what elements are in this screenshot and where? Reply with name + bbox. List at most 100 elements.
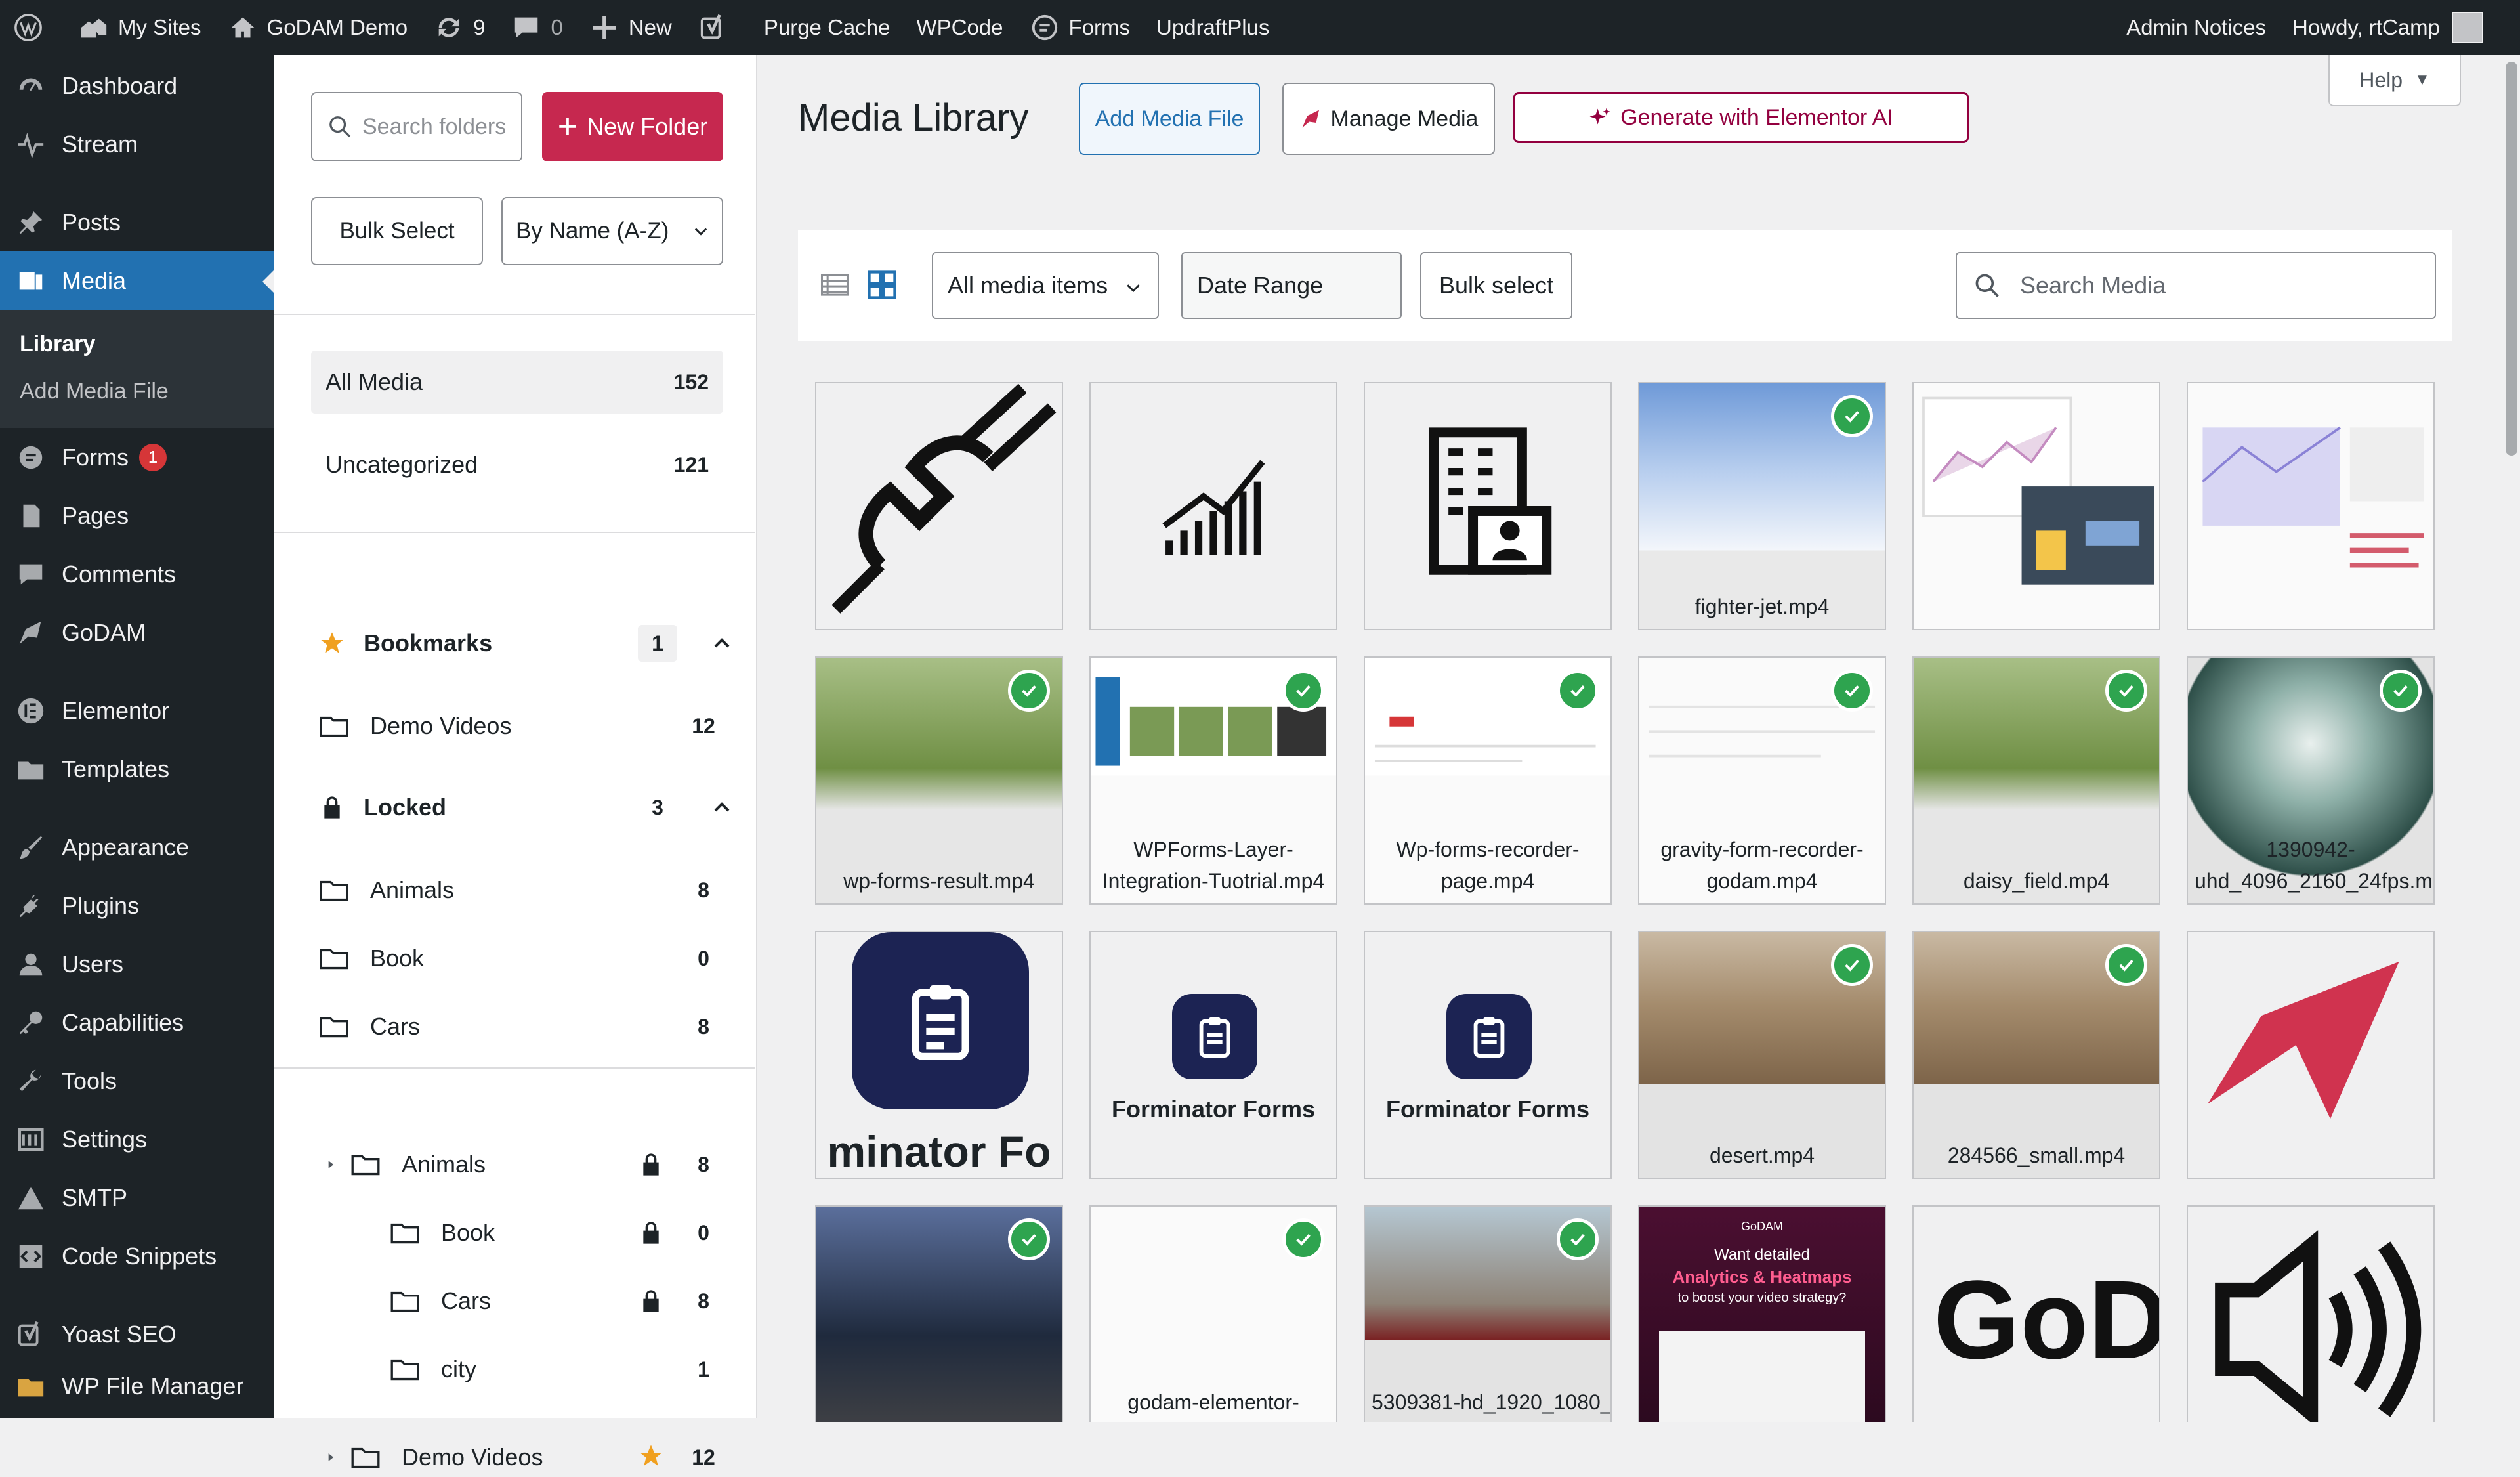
media-tile[interactable]: gravity-form-recorder-godam.mp4 (1638, 656, 1886, 905)
folder-uncategorized[interactable]: Uncategorized 121 (311, 433, 723, 496)
media-tile[interactable]: 284566_small.mp4 (1912, 931, 2160, 1179)
check-icon[interactable] (1008, 670, 1050, 712)
new-folder-button[interactable]: + New Folder (542, 92, 723, 161)
sidebar-item-stream[interactable]: Stream (0, 115, 274, 173)
media-tile[interactable]: Wp-forms-recorder-page.mp4 (1364, 656, 1612, 905)
yoast-menu[interactable] (685, 0, 751, 55)
admin-notices-link[interactable]: Admin Notices (2113, 0, 2279, 55)
sidebar-item-smtp[interactable]: SMTP (0, 1168, 274, 1227)
submenu-library[interactable]: Library (0, 320, 274, 368)
sidebar-item-godam[interactable]: GoDAM (0, 603, 274, 662)
expand-caret-icon[interactable] (324, 1451, 337, 1464)
updates-menu[interactable]: 9 (421, 0, 498, 55)
tree-item-cars[interactable]: Cars 8 (311, 1275, 723, 1327)
sidebar-item-code-snippets[interactable]: Code Snippets (0, 1227, 274, 1285)
media-tile[interactable]: Forminator Forms (1089, 931, 1337, 1179)
sidebar-item-yoast-seo[interactable]: Yoast SEO (0, 1305, 274, 1363)
tree-item-animals[interactable]: Animals 8 (311, 1138, 723, 1191)
sidebar-item-wp-file-manager[interactable]: WP File Manager (0, 1363, 274, 1409)
folder-sort-select[interactable]: By Name (A-Z) (501, 197, 723, 265)
my-sites-menu[interactable]: My Sites (66, 0, 215, 55)
sidebar-item-elementor[interactable]: Elementor (0, 681, 274, 740)
media-tile[interactable]: fighter-jet.mp4 (1638, 382, 1886, 630)
locked-item-animals[interactable]: Animals 8 (311, 864, 723, 916)
sidebar-item-pages[interactable]: Pages (0, 486, 274, 545)
scrollbar-thumb[interactable] (2506, 62, 2517, 456)
comments-menu[interactable]: 0 (498, 0, 576, 55)
sidebar-item-posts[interactable]: Posts (0, 193, 274, 251)
sidebar-item-forms[interactable]: Forms 1 (0, 428, 274, 486)
folder-all-media[interactable]: All Media 152 (311, 351, 723, 414)
help-tab-button[interactable]: Help ▼ (2328, 55, 2461, 106)
bulk-select-button[interactable]: Bulk select (1420, 252, 1572, 319)
check-icon[interactable] (2105, 670, 2147, 712)
sidebar-item-capabilities[interactable]: Capabilities (0, 993, 274, 1052)
wordpress-logo-button[interactable] (0, 0, 66, 55)
new-content-menu[interactable]: New (576, 0, 685, 55)
sidebar-item-comments[interactable]: Comments (0, 545, 274, 603)
site-name-menu[interactable]: GoDAM Demo (215, 0, 421, 55)
media-tile[interactable] (2187, 382, 2435, 630)
sidebar-item-dashboard[interactable]: Dashboard (0, 56, 274, 115)
media-tile[interactable]: godam-elementor- (1089, 1205, 1337, 1422)
check-icon[interactable] (1557, 670, 1599, 712)
media-tile[interactable] (815, 1205, 1063, 1422)
tree-item-city[interactable]: city 1 (311, 1343, 723, 1396)
media-tile[interactable] (1089, 382, 1337, 630)
media-tile[interactable]: 1390942-uhd_4096_2160_24fps.mp4 (2187, 656, 2435, 905)
sidebar-item-users[interactable]: Users (0, 935, 274, 993)
sidebar-item-plugins[interactable]: Plugins (0, 876, 274, 935)
locked-section-header[interactable]: Locked 3 (311, 781, 730, 834)
bookmarks-section-header[interactable]: Bookmarks 1 (311, 617, 730, 670)
check-icon[interactable] (1557, 1218, 1599, 1260)
check-icon[interactable] (1831, 944, 1873, 986)
updraftplus-link[interactable]: UpdraftPlus (1143, 0, 1282, 55)
check-icon[interactable] (1008, 1218, 1050, 1260)
check-icon[interactable] (2380, 670, 2422, 712)
bookmark-item-demo-videos[interactable]: Demo Videos 12 (311, 700, 723, 752)
check-icon[interactable] (2105, 944, 2147, 986)
media-tile[interactable]: WPForms-Layer-Integration-Tuotrial.mp4 (1089, 656, 1337, 905)
purge-cache-link[interactable]: Purge Cache (751, 0, 904, 55)
media-tile[interactable] (1364, 382, 1612, 630)
media-tile[interactable]: wp-forms-result.mp4 (815, 656, 1063, 905)
media-tile[interactable] (1912, 382, 2160, 630)
sidebar-item-settings[interactable]: Settings (0, 1110, 274, 1168)
folder-search-input[interactable]: Search folders (311, 92, 522, 161)
forms-menu[interactable]: Forms (1017, 0, 1144, 55)
tree-item-book[interactable]: Book 0 (311, 1207, 723, 1259)
list-view-icon[interactable] (818, 268, 852, 302)
bulk-select-folders-button[interactable]: Bulk Select (311, 197, 483, 265)
chevron-up-icon[interactable] (709, 630, 735, 656)
media-tile[interactable]: GoDAM Want detailed Analytics & Heatmaps… (1638, 1205, 1886, 1422)
media-tile[interactable]: Forminator Forms (1364, 931, 1612, 1179)
wpcode-link[interactable]: WPCode (903, 0, 1016, 55)
check-icon[interactable] (1282, 670, 1324, 712)
chevron-up-icon[interactable] (709, 794, 735, 821)
expand-caret-icon[interactable] (324, 1158, 337, 1171)
media-tile[interactable] (2187, 931, 2435, 1179)
media-tile[interactable]: 5309381-hd_1920_1080_25fp (1364, 1205, 1612, 1422)
sidebar-item-media[interactable]: Media (0, 251, 274, 310)
check-icon[interactable] (1831, 670, 1873, 712)
media-tile[interactable]: desert.mp4 (1638, 931, 1886, 1179)
page-scrollbar[interactable] (2503, 55, 2520, 1418)
check-icon[interactable] (1831, 395, 1873, 437)
media-tile[interactable] (815, 382, 1063, 630)
media-search-input[interactable]: Search Media (1956, 252, 2436, 319)
media-tile[interactable]: GoD/ (1912, 1205, 2160, 1422)
locked-item-cars[interactable]: Cars 8 (311, 1000, 723, 1053)
check-icon[interactable] (1282, 1218, 1324, 1260)
grid-view-icon[interactable] (865, 268, 899, 302)
manage-media-button[interactable]: Manage Media (1282, 83, 1495, 155)
generate-elementor-ai-button[interactable]: Generate with Elementor AI (1513, 92, 1969, 143)
account-menu[interactable]: Howdy, rtCamp (2279, 0, 2520, 55)
media-tile[interactable]: daisy_field.mp4 (1912, 656, 2160, 905)
locked-item-book[interactable]: Book 0 (311, 932, 723, 985)
submenu-add-media-file[interactable]: Add Media File (0, 368, 274, 415)
tree-item-demo-videos[interactable]: Demo Videos 12 (311, 1438, 723, 1477)
media-tile[interactable]: minator Fo (815, 931, 1063, 1179)
sidebar-item-appearance[interactable]: Appearance (0, 818, 274, 876)
add-media-file-button[interactable]: Add Media File (1079, 83, 1260, 155)
media-type-filter-select[interactable]: All media items (932, 252, 1159, 319)
